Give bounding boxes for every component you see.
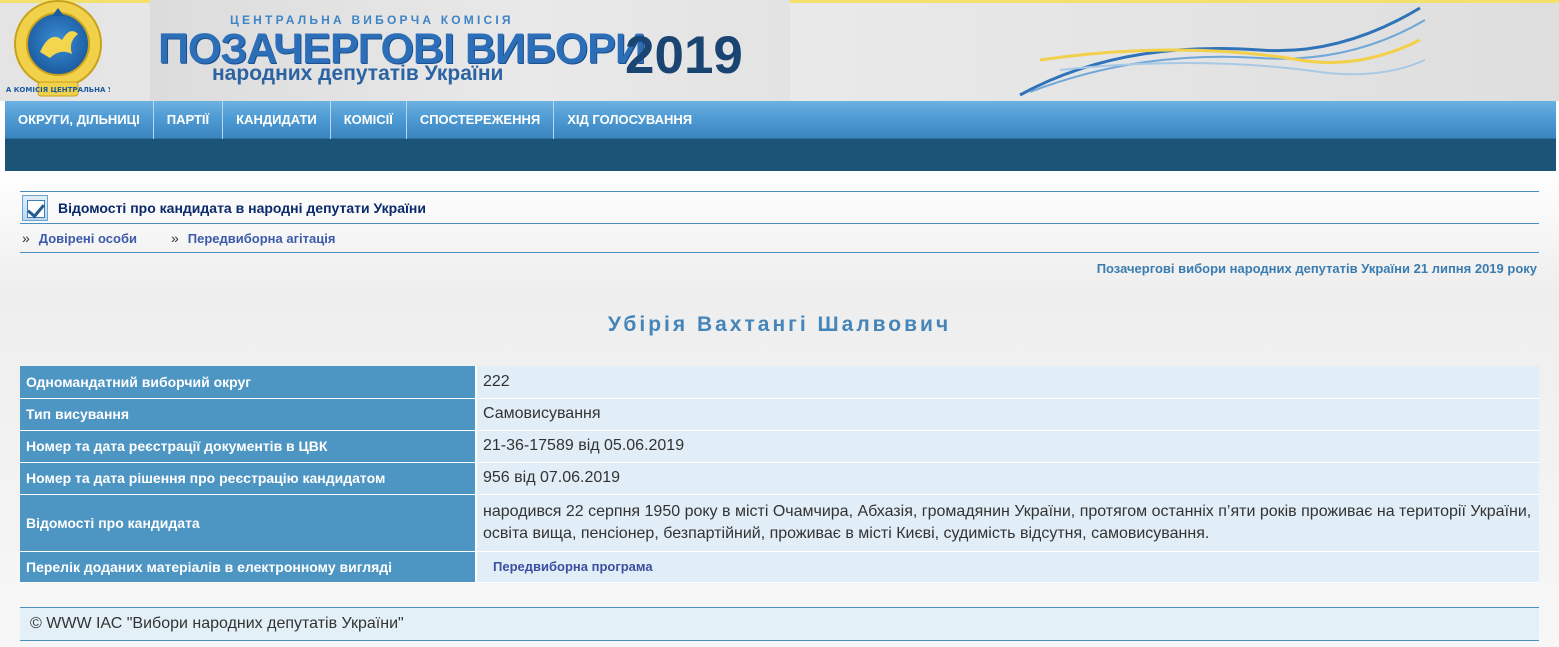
row-label: Тип висування xyxy=(20,398,477,431)
checkbox-icon xyxy=(22,194,48,221)
decorative-waves-icon xyxy=(1019,6,1426,97)
row-label: Одномандатний виборчий округ xyxy=(20,366,477,399)
candidate-name: Убірія Вахтангі Шалвович xyxy=(607,313,952,336)
nav-item-observation[interactable]: СПОСТЕРЕЖЕННЯ xyxy=(407,100,555,139)
candidate-info-table: Одномандатний виборчий округ 222 Тип вис… xyxy=(20,366,1539,583)
row-value: 21-36-17589 від 05.06.2019 xyxy=(476,430,1539,463)
section-title: Відомості про кандидата в народні депута… xyxy=(58,199,426,216)
table-row: Перелік доданих матеріалів в електронном… xyxy=(20,551,1539,583)
nav-subbar xyxy=(5,139,1556,171)
sublink-trusted-persons[interactable]: » Довірені особи xyxy=(22,230,137,246)
table-row: Номер та дата реєстрації документів в ЦВ… xyxy=(20,430,1539,463)
cvk-emblem-icon[interactable]: ВИБОРЧА КОМІСІЯ ЦЕНТРАЛЬНА УКРАЇНА xyxy=(6,0,110,100)
row-label: Відомості про кандидата xyxy=(20,494,477,552)
nav-item-parties[interactable]: ПАРТІЇ xyxy=(154,100,224,139)
sublinks-bar: » Довірені особи » Передвиборна агітація xyxy=(20,224,1539,253)
election-title: Позачергові вибори народних депутатів Ук… xyxy=(1096,261,1537,276)
raquo-icon: » xyxy=(170,230,179,246)
row-value: 222 xyxy=(476,366,1539,399)
table-row: Відомості про кандидата народився 22 сер… xyxy=(20,494,1539,552)
row-value: Самовисування xyxy=(476,398,1539,431)
main-nav: ОКРУГИ, ДІЛЬНИЦІ ПАРТІЇ КАНДИДАТИ КОМІСІ… xyxy=(5,100,1556,139)
table-row: Одномандатний виборчий округ 222 xyxy=(20,366,1539,399)
table-row: Номер та дата рішення про реєстрацію кан… xyxy=(20,462,1539,495)
raquo-icon: » xyxy=(22,230,30,246)
row-value: Передвиборна програма xyxy=(476,551,1539,583)
row-label: Номер та дата рішення про реєстрацію кан… xyxy=(20,462,477,495)
row-label: Перелік доданих матеріалів в електронном… xyxy=(20,551,477,583)
header-banner: ВИБОРЧА КОМІСІЯ ЦЕНТРАЛЬНА УКРАЇНА ЦЕНТР… xyxy=(0,0,1559,101)
sublink-trusted-persons-label[interactable]: Довірені особи xyxy=(39,231,137,246)
footer: © WWW ІАС "Вибори народних депутатів Укр… xyxy=(20,607,1539,641)
banner-subtitle: народних депутатів України xyxy=(212,62,504,85)
nav-item-districts[interactable]: ОКРУГИ, ДІЛЬНИЦІ xyxy=(5,100,154,139)
election-program-link[interactable]: Передвиборна програма xyxy=(493,559,653,574)
nav-item-candidates[interactable]: КАНДИДАТИ xyxy=(223,100,331,139)
row-label: Номер та дата реєстрації документів в ЦВ… xyxy=(20,430,477,463)
sublink-campaigning[interactable]: » Передвиборна агітація xyxy=(171,230,335,246)
emblem-text: ВИБОРЧА КОМІСІЯ ЦЕНТРАЛЬНА УКРАЇНА xyxy=(6,85,110,94)
nav-item-commissions[interactable]: КОМІСІЇ xyxy=(331,100,407,139)
section-header: Відомості про кандидата в народні депута… xyxy=(20,191,1539,224)
candidate-bio: народився 22 серпня 1950 року в місті Оч… xyxy=(476,494,1539,552)
banner-year: 2019 xyxy=(625,26,743,85)
table-row: Тип висування Самовисування xyxy=(20,398,1539,431)
nav-item-voting-progress[interactable]: ХІД ГОЛОСУВАННЯ xyxy=(554,101,705,139)
sublink-campaigning-label[interactable]: Передвиборна агітація xyxy=(188,231,336,246)
row-value: 956 від 07.06.2019 xyxy=(476,462,1539,495)
